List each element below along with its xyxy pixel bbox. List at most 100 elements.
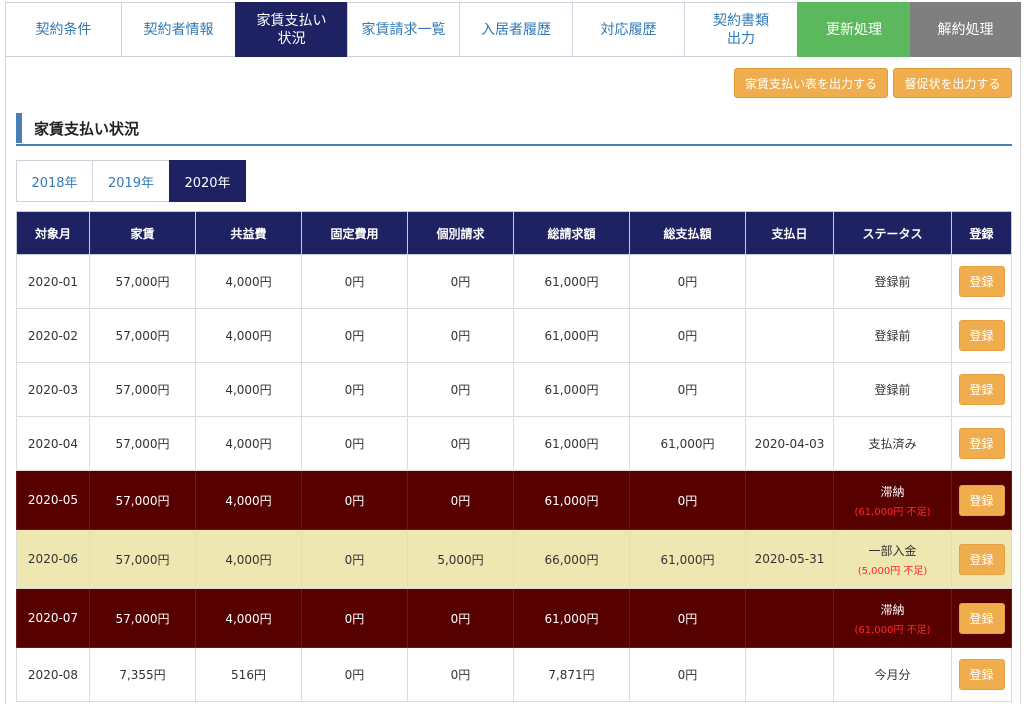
table-row: 2020-03 57,000円 4,000円 0円 0円 61,000円 0円 登録前 登録 bbox=[16, 362, 1012, 417]
tab-contract-terms[interactable]: 契約条件 bbox=[5, 2, 122, 57]
year-tab-2020[interactable]: 2020年 bbox=[169, 160, 246, 202]
tab-rent-payment-status[interactable]: 家賃支払い 状況 bbox=[235, 2, 348, 57]
cell-register: 登録 bbox=[951, 308, 1012, 363]
header-total-paid: 総支払額 bbox=[629, 211, 746, 255]
tab-rent-billing-list[interactable]: 家賃請求一覧 bbox=[347, 2, 460, 57]
cell-total-paid: 0円 bbox=[629, 362, 746, 417]
tab-cancellation[interactable]: 解約処理 bbox=[910, 2, 1021, 57]
cell-payment-date bbox=[745, 308, 834, 363]
tab-renewal[interactable]: 更新処理 bbox=[797, 2, 911, 57]
cell-fixed-cost: 0円 bbox=[301, 647, 408, 702]
shortage-note: (61,000円 不足) bbox=[854, 506, 931, 518]
status-label: 一部入金 bbox=[868, 543, 917, 558]
cell-total-billed: 61,000円 bbox=[513, 416, 630, 471]
cell-status: 滞納 (61,000円 不足) bbox=[833, 470, 952, 530]
cell-common-fee: 4,000円 bbox=[195, 308, 302, 363]
tab-response-history[interactable]: 対応履歴 bbox=[572, 2, 685, 57]
tab-contract-documents[interactable]: 契約書類 出力 bbox=[684, 2, 798, 57]
cell-status: 一部入金 (5,000円 不足) bbox=[833, 529, 952, 589]
cell-individual-billing: 0円 bbox=[407, 647, 514, 702]
cell-rent: 57,000円 bbox=[89, 362, 196, 417]
year-tab-2019[interactable]: 2019年 bbox=[92, 160, 170, 202]
tab-tenant-history[interactable]: 入居者履歴 bbox=[459, 2, 573, 57]
year-tabs: 2018年 2019年 2020年 bbox=[16, 160, 246, 202]
header-fixed-cost: 固定費用 bbox=[301, 211, 408, 255]
section-header: 家賃支払い状況 bbox=[16, 113, 1012, 146]
cell-fixed-cost: 0円 bbox=[301, 588, 408, 648]
cell-individual-billing: 0円 bbox=[407, 470, 514, 530]
register-button[interactable]: 登録 bbox=[958, 374, 1005, 405]
cell-status: 登録前 bbox=[833, 308, 952, 363]
table-row: 2020-06 57,000円 4,000円 0円 5,000円 66,000円 61,00… bbox=[16, 529, 1012, 589]
cell-payment-date: 2020-05-31 bbox=[745, 529, 834, 589]
header-total-billed: 総請求額 bbox=[513, 211, 630, 255]
cell-register: 登録 bbox=[951, 588, 1012, 648]
top-tab-bar: 契約条件 契約者情報 家賃支払い 状況 家賃請求一覧 入居者履歴 対応履歴 契約… bbox=[5, 2, 1021, 57]
cell-register: 登録 bbox=[951, 416, 1012, 471]
cell-rent: 57,000円 bbox=[89, 254, 196, 309]
cell-status: 登録前 bbox=[833, 254, 952, 309]
cell-total-paid: 0円 bbox=[629, 588, 746, 648]
cell-common-fee: 4,000円 bbox=[195, 362, 302, 417]
register-button[interactable]: 登録 bbox=[958, 266, 1005, 297]
cell-common-fee: 4,000円 bbox=[195, 470, 302, 530]
cell-individual-billing: 0円 bbox=[407, 588, 514, 648]
cell-register: 登録 bbox=[951, 647, 1012, 702]
tab-contractor-info[interactable]: 契約者情報 bbox=[121, 2, 236, 57]
cell-fixed-cost: 0円 bbox=[301, 308, 408, 363]
cell-total-billed: 61,000円 bbox=[513, 254, 630, 309]
cell-rent: 57,000円 bbox=[89, 308, 196, 363]
cell-total-billed: 61,000円 bbox=[513, 470, 630, 530]
cell-payment-date bbox=[745, 254, 834, 309]
status-label: 今月分 bbox=[874, 668, 911, 682]
cell-total-paid: 61,000円 bbox=[629, 529, 746, 589]
cell-month: 2020-01 bbox=[16, 254, 90, 309]
register-button[interactable]: 登録 bbox=[958, 320, 1005, 351]
header-individual-billing: 個別請求 bbox=[407, 211, 514, 255]
cell-total-billed: 61,000円 bbox=[513, 588, 630, 648]
table-header-row: 対象月 家賃 共益費 固定費用 個別請求 総請求額 総支払額 支払日 ステータス… bbox=[16, 211, 1012, 255]
cell-common-fee: 4,000円 bbox=[195, 588, 302, 648]
status-label: 登録前 bbox=[874, 329, 911, 343]
table-row: 2020-04 57,000円 4,000円 0円 0円 61,000円 61,000円 20… bbox=[16, 416, 1012, 471]
cell-payment-date bbox=[745, 362, 834, 417]
cell-individual-billing: 5,000円 bbox=[407, 529, 514, 589]
cell-register: 登録 bbox=[951, 529, 1012, 589]
header-register: 登録 bbox=[951, 211, 1012, 255]
table-row: 2020-05 57,000円 4,000円 0円 0円 61,000円 0円 滞納 (61,0… bbox=[16, 470, 1012, 530]
header-payment-date: 支払日 bbox=[745, 211, 834, 255]
cell-register: 登録 bbox=[951, 362, 1012, 417]
cell-common-fee: 4,000円 bbox=[195, 529, 302, 589]
register-button[interactable]: 登録 bbox=[958, 543, 1005, 575]
cell-fixed-cost: 0円 bbox=[301, 416, 408, 471]
section-title: 家賃支払い状況 bbox=[34, 120, 140, 138]
status-label: 支払済み bbox=[868, 437, 917, 451]
export-rent-table-button[interactable]: 家賃支払い表を出力する bbox=[734, 68, 888, 98]
export-reminder-button[interactable]: 督促状を出力する bbox=[893, 68, 1012, 98]
cell-payment-date: 2020-04-03 bbox=[745, 416, 834, 471]
cell-month: 2020-03 bbox=[16, 362, 90, 417]
cell-fixed-cost: 0円 bbox=[301, 362, 408, 417]
cell-status: 滞納 (61,000円 不足) bbox=[833, 588, 952, 648]
table-row: 2020-08 7,355円 516円 0円 0円 7,871円 0円 今月分 登録 bbox=[16, 647, 1012, 702]
year-tab-2018[interactable]: 2018年 bbox=[16, 160, 93, 202]
cell-individual-billing: 0円 bbox=[407, 416, 514, 471]
cell-total-paid: 0円 bbox=[629, 647, 746, 702]
cell-month: 2020-06 bbox=[16, 529, 90, 589]
cell-individual-billing: 0円 bbox=[407, 254, 514, 309]
register-button[interactable]: 登録 bbox=[958, 602, 1005, 634]
register-button[interactable]: 登録 bbox=[958, 428, 1005, 459]
header-rent: 家賃 bbox=[89, 211, 196, 255]
register-button[interactable]: 登録 bbox=[958, 484, 1005, 516]
cell-individual-billing: 0円 bbox=[407, 308, 514, 363]
cell-month: 2020-04 bbox=[16, 416, 90, 471]
cell-status: 今月分 bbox=[833, 647, 952, 702]
cell-month: 2020-02 bbox=[16, 308, 90, 363]
cell-payment-date bbox=[745, 470, 834, 530]
cell-total-billed: 61,000円 bbox=[513, 362, 630, 417]
cell-payment-date bbox=[745, 588, 834, 648]
cell-total-billed: 66,000円 bbox=[513, 529, 630, 589]
cell-rent: 57,000円 bbox=[89, 416, 196, 471]
register-button[interactable]: 登録 bbox=[958, 659, 1005, 690]
cell-total-billed: 7,871円 bbox=[513, 647, 630, 702]
